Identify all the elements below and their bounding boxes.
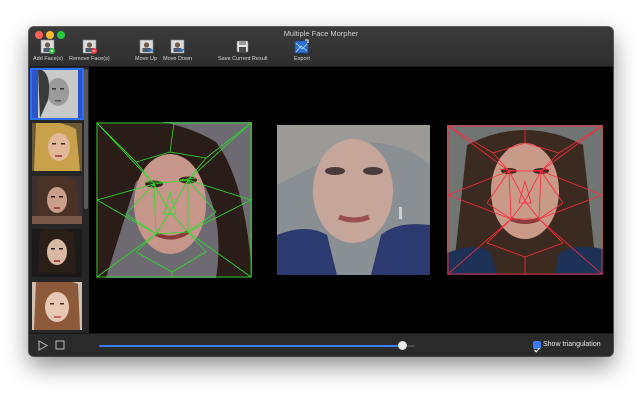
add-faces-label: Add Face(s) bbox=[33, 56, 63, 62]
face-portrait-image bbox=[32, 176, 82, 224]
face-portrait-image bbox=[32, 282, 82, 330]
playback-bar: Show triangulation bbox=[29, 333, 613, 356]
face-thumbnail[interactable] bbox=[32, 229, 82, 277]
show-triangulation-label: Show triangulation bbox=[543, 341, 601, 348]
face-image-with-triangulation bbox=[96, 122, 252, 278]
slider-fill bbox=[99, 345, 403, 347]
move-down-label: Move Down bbox=[163, 56, 193, 62]
slider-knob[interactable] bbox=[397, 341, 407, 350]
face-thumbnail[interactable] bbox=[30, 68, 84, 120]
remove-faces-button[interactable]: Remove Face(s) bbox=[69, 39, 110, 62]
app-window: Multiple Face Morpher Add Face(s) Remove… bbox=[29, 27, 613, 356]
move-down-icon bbox=[170, 39, 185, 54]
face-portrait-image bbox=[32, 229, 82, 277]
face-portrait-image bbox=[32, 123, 82, 171]
checkmark-icon bbox=[534, 347, 540, 353]
face-thumbnail[interactable] bbox=[32, 123, 82, 171]
morph-stage bbox=[89, 67, 613, 333]
export-label: Export bbox=[294, 56, 310, 62]
remove-faces-label: Remove Face(s) bbox=[69, 56, 110, 62]
morph-progress-slider[interactable] bbox=[99, 341, 415, 350]
save-current-result-label: Save Current Result bbox=[218, 56, 268, 62]
move-up-button[interactable]: Move Up bbox=[135, 39, 157, 62]
title-bar: Multiple Face Morpher Add Face(s) Remove… bbox=[29, 27, 613, 67]
morph-result-image bbox=[277, 125, 430, 275]
face-thumbnail[interactable] bbox=[32, 176, 82, 224]
save-current-result-button[interactable]: Save Current Result bbox=[218, 39, 268, 62]
export-icon bbox=[295, 39, 309, 54]
add-faces-button[interactable]: Add Face(s) bbox=[33, 39, 63, 62]
face-list-sidebar[interactable] bbox=[29, 67, 89, 333]
window-title: Multiple Face Morpher bbox=[283, 29, 359, 38]
move-up-icon bbox=[139, 39, 153, 54]
target-face-right bbox=[447, 125, 603, 275]
sidebar-scrollbar[interactable] bbox=[84, 69, 88, 209]
move-down-button[interactable]: Move Down bbox=[163, 39, 192, 62]
remove-face-icon bbox=[82, 39, 97, 54]
play-icon[interactable] bbox=[38, 340, 48, 351]
face-portrait-image bbox=[32, 70, 82, 118]
source-face-left bbox=[96, 122, 252, 278]
move-up-label: Move Up bbox=[135, 56, 158, 62]
stop-icon[interactable] bbox=[55, 340, 65, 350]
add-face-icon bbox=[41, 39, 56, 54]
face-thumbnail[interactable] bbox=[32, 282, 82, 330]
save-icon bbox=[236, 40, 249, 53]
show-triangulation-checkbox[interactable] bbox=[533, 341, 541, 353]
export-button[interactable]: Export bbox=[294, 39, 310, 62]
face-image-with-triangulation bbox=[447, 125, 603, 275]
morphed-result-face bbox=[277, 125, 430, 275]
